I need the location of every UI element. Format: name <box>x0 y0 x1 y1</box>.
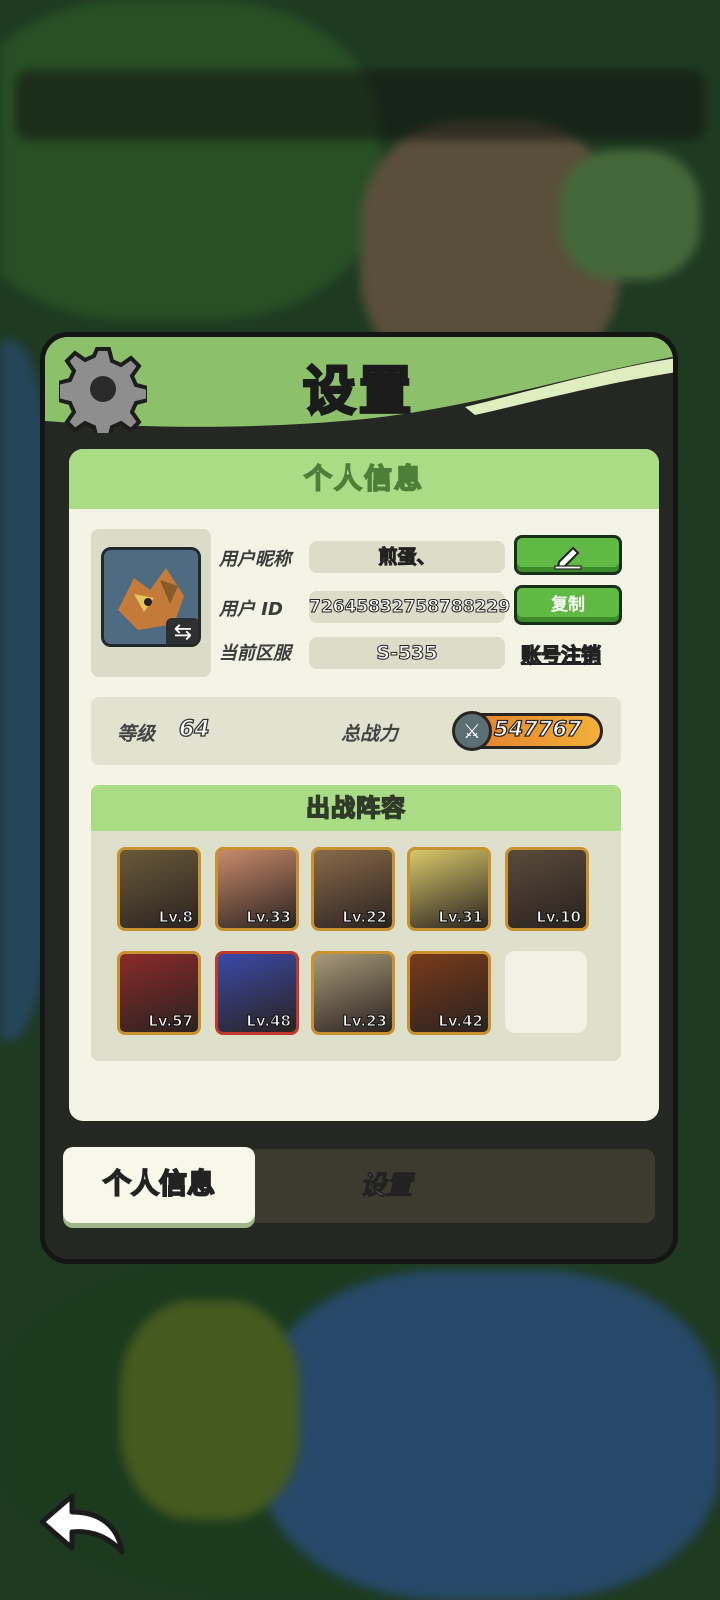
delete-account-link[interactable]: 账号注销 <box>520 639 601 668</box>
avatar[interactable]: ⇆ <box>101 547 201 647</box>
back-arrow-icon[interactable] <box>38 1490 128 1560</box>
hero-slot[interactable]: Lv.22 <box>311 847 395 931</box>
power-badge: ⚔ 547767 <box>452 711 603 751</box>
level-label: 等级 <box>117 723 156 745</box>
nickname-label: 用户昵称 <box>219 549 291 570</box>
hero-slot[interactable]: Lv.31 <box>407 847 491 931</box>
hero-level: Lv.22 <box>342 908 388 927</box>
avatar-frame: ⇆ <box>91 529 211 677</box>
server-label: 当前区服 <box>219 643 291 664</box>
team-section: 出战阵容 Lv.8 Lv.33 Lv.22 Lv.31 Lv.10 Lv.57 Lv.48 L… <box>91 785 621 1061</box>
power-value: 547767 <box>493 716 582 741</box>
hero-level: Lv.8 <box>158 908 193 927</box>
copy-id-button[interactable]: 复制 <box>514 585 622 625</box>
hero-level: Lv.42 <box>438 1012 484 1031</box>
hero-level: Lv.33 <box>246 908 292 927</box>
nickname-value: 煎蛋、 <box>309 541 505 573</box>
settings-panel: 设置 个人信息 ⇆ 用户昵称 煎蛋、 用户 ID 726458327587882… <box>40 332 678 1264</box>
panel-header: 设置 <box>45 337 673 437</box>
hero-level: Lv.48 <box>246 1012 292 1031</box>
panel-title: 设置 <box>301 361 415 424</box>
tab-settings[interactable]: 设置 <box>311 1149 461 1223</box>
hero-slot[interactable]: Lv.23 <box>311 951 395 1035</box>
hero-slot[interactable]: Lv.48 <box>215 951 299 1035</box>
pencil-icon <box>554 546 582 570</box>
hero-slot[interactable]: Lv.10 <box>505 847 589 931</box>
level-value: 64 <box>178 716 210 742</box>
user-id-label: 用户 ID <box>219 599 283 620</box>
swap-icon[interactable]: ⇆ <box>166 618 198 644</box>
hero-slot[interactable]: Lv.8 <box>117 847 201 931</box>
tab-profile[interactable]: 个人信息 <box>63 1147 255 1223</box>
profile-card: 个人信息 ⇆ 用户昵称 煎蛋、 用户 ID 72645832758788229 … <box>69 449 659 1121</box>
hero-level: Lv.57 <box>148 1012 194 1031</box>
team-title: 出战阵容 <box>91 785 621 831</box>
tab-bar: 个人信息 设置 <box>63 1147 655 1223</box>
hero-slot[interactable]: Lv.33 <box>215 847 299 931</box>
hero-level: Lv.10 <box>536 908 582 927</box>
profile-section-title: 个人信息 <box>69 449 659 509</box>
empty-hero-slot[interactable] <box>505 951 587 1033</box>
edit-nickname-button[interactable] <box>514 535 622 575</box>
hero-level: Lv.23 <box>342 1012 388 1031</box>
user-id-value: 72645832758788229 <box>309 591 511 623</box>
hero-slot[interactable]: Lv.42 <box>407 951 491 1035</box>
hero-level: Lv.31 <box>438 908 484 927</box>
hero-slot[interactable]: Lv.57 <box>117 951 201 1035</box>
stats-bar: 等级 64 总战力 ⚔ 547767 <box>91 697 621 765</box>
crossed-swords-icon: ⚔ <box>452 711 492 751</box>
server-value: S-535 <box>309 637 505 669</box>
power-label: 总战力 <box>341 723 399 745</box>
